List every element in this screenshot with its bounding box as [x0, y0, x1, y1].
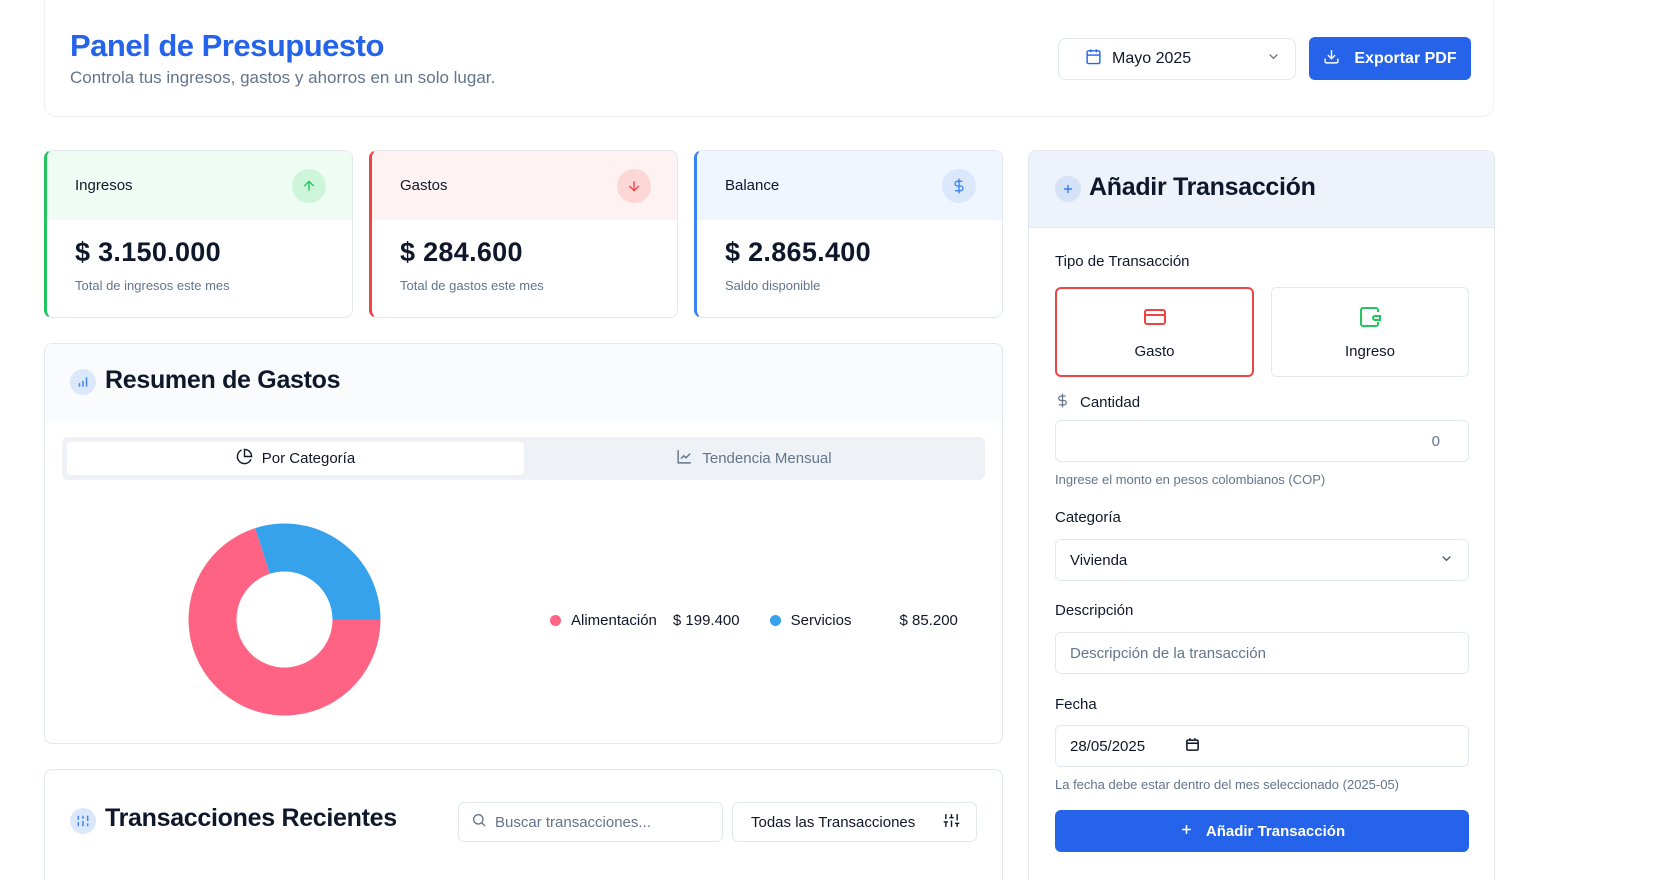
expense-value: $ 284.600 [400, 237, 523, 267]
date-hint: La fecha debe estar dentro del mes selec… [1055, 777, 1399, 792]
legend-dot-1 [769, 614, 781, 626]
page-subtitle: Controla tus ingresos, gastos y ahorros … [70, 68, 496, 87]
type-expense-button[interactable]: Gasto [1055, 287, 1254, 377]
description-input[interactable]: Descripción de la transacción [1055, 632, 1469, 674]
tab-by-category[interactable]: Por Categoría [67, 442, 524, 475]
amount-dollar-icon [1055, 393, 1070, 412]
pie-chart-icon [236, 448, 253, 469]
line-chart-icon [676, 448, 693, 469]
chart-legend: Alimentación $ 199.400 Servicios $ 85.20… [550, 609, 958, 631]
tab-monthly-trend-label: Tendencia Mensual [702, 450, 832, 467]
balance-label: Balance [725, 177, 780, 194]
filter-label: Todas las Transacciones [751, 813, 916, 831]
search-placeholder: Buscar transacciones... [495, 813, 651, 831]
month-selector-value: Mayo 2025 [1112, 50, 1192, 67]
dollar-sign-icon [942, 168, 976, 203]
export-pdf-button[interactable]: Exportar PDF [1309, 37, 1471, 80]
filter-sliders-icon [943, 812, 960, 833]
summary-tabs: Por Categoría Tendencia Mensual [62, 437, 985, 480]
category-value: Vivienda [1070, 551, 1128, 569]
category-chevron-down-icon [1439, 551, 1454, 570]
month-selector[interactable]: Mayo 2025 [1058, 38, 1296, 80]
tab-by-category-label: Por Categoría [261, 450, 356, 467]
legend-label-0: Alimentación [571, 611, 657, 629]
type-income-label: Ingreso [1344, 342, 1396, 360]
expense-summary-panel: Resumen de Gastos Por Categoría Tendenci… [44, 343, 1003, 744]
add-transaction-button-label: Añadir Transacción [1205, 822, 1346, 840]
legend-value-1: $ 85.200 [899, 611, 958, 629]
summary-title: Resumen de Gastos [105, 366, 341, 394]
transactions-filter-button[interactable]: Todas las Transacciones [732, 802, 977, 842]
add-transaction-button[interactable]: Añadir Transacción [1055, 810, 1469, 852]
date-input[interactable]: 28/05/2025 [1055, 725, 1469, 767]
description-label: Descripción [1055, 602, 1134, 619]
transactions-search-input[interactable]: Buscar transacciones... [458, 802, 723, 842]
search-icon [471, 812, 487, 832]
donut-slice-servicios[interactable] [255, 523, 381, 620]
credit-card-icon [1143, 305, 1167, 333]
wallet-icon [1358, 305, 1382, 333]
expense-label: Gastos [400, 177, 448, 194]
add-transaction-panel: Añadir Transacción Tipo de Transacción G… [1028, 150, 1495, 880]
type-expense-label: Gasto [1134, 342, 1175, 360]
arrow-up-icon [292, 168, 326, 203]
legend-dot-0 [550, 614, 561, 626]
type-income-button[interactable]: Ingreso [1271, 287, 1469, 377]
category-label: Categoría [1055, 509, 1121, 526]
sliders-icon [70, 808, 96, 834]
page-title: Panel de Presupuesto [70, 28, 384, 63]
date-calendar-icon[interactable] [1185, 737, 1200, 756]
bar-chart-icon [70, 369, 96, 395]
income-card: Ingresos $ 3.150.000 Total de ingresos e… [44, 150, 353, 318]
calendar-icon [1085, 48, 1102, 70]
income-description: Total de ingresos este mes [75, 278, 230, 293]
expense-card: Gastos $ 284.600 Total de gastos este me… [369, 150, 678, 318]
legend-value-0: $ 199.400 [672, 611, 740, 629]
recent-transactions-panel: Transacciones Recientes Buscar transacci… [44, 769, 1003, 880]
balance-description: Saldo disponible [725, 278, 821, 293]
balance-card: Balance $ 2.865.400 Saldo disponible [694, 150, 1003, 318]
export-pdf-label: Exportar PDF [1354, 49, 1457, 67]
amount-input[interactable]: 0 [1055, 420, 1469, 462]
amount-hint: Ingrese el monto en pesos colombianos (C… [1055, 472, 1326, 487]
date-value: 28/05/2025 [1070, 737, 1146, 755]
expense-donut-chart [187, 522, 382, 717]
add-transaction-title: Añadir Transacción [1089, 173, 1316, 201]
transaction-type-label: Tipo de Transacción [1055, 253, 1190, 270]
amount-label-row: Cantidad [1055, 393, 1140, 412]
legend-label-1: Servicios [790, 611, 852, 629]
income-value: $ 3.150.000 [75, 237, 221, 267]
page-header: Panel de Presupuesto Controla tus ingres… [44, 0, 1494, 117]
submit-plus-icon [1179, 822, 1194, 841]
category-select[interactable]: Vivienda [1055, 539, 1469, 581]
tab-monthly-trend[interactable]: Tendencia Mensual [528, 442, 980, 475]
income-label: Ingresos [75, 177, 133, 194]
arrow-down-icon [617, 168, 651, 203]
download-icon [1323, 48, 1340, 70]
chevron-down-icon [1266, 49, 1281, 69]
balance-value: $ 2.865.400 [725, 237, 871, 267]
expense-description: Total de gastos este mes [400, 278, 544, 293]
description-placeholder: Descripción de la transacción [1070, 644, 1266, 662]
amount-label: Cantidad [1080, 394, 1141, 411]
plus-icon [1055, 176, 1081, 202]
amount-value: 0 [1431, 432, 1440, 450]
transactions-title: Transacciones Recientes [105, 804, 397, 832]
date-label: Fecha [1055, 696, 1097, 713]
